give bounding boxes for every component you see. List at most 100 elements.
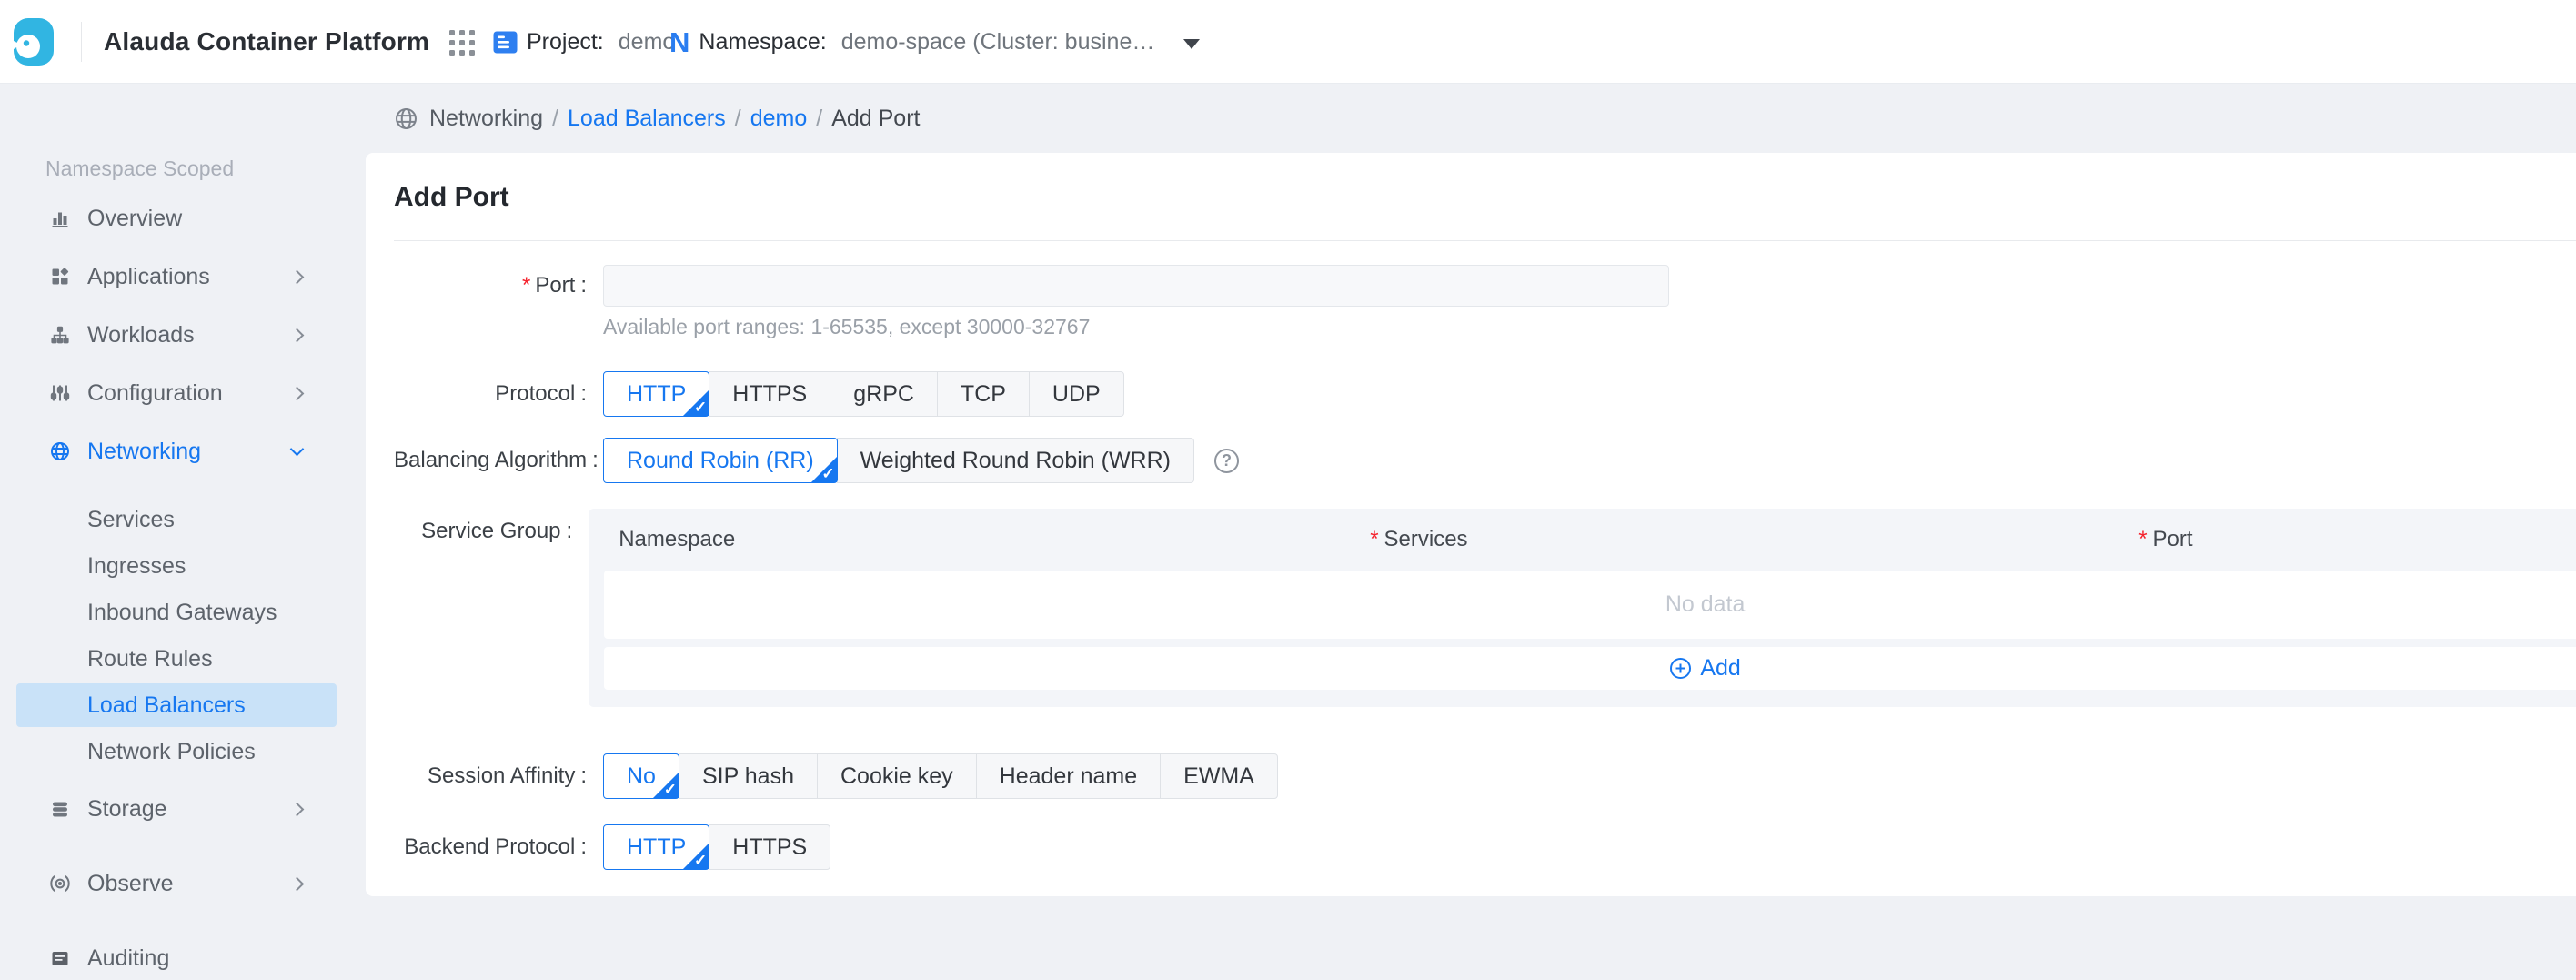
workloads-icon xyxy=(49,324,71,346)
project-icon xyxy=(493,31,518,54)
sidebar-item-configuration[interactable]: Configuration xyxy=(16,371,337,415)
applications-icon xyxy=(49,266,71,288)
balancing-option-rr[interactable]: Round Robin (RR) xyxy=(603,438,838,483)
sidebar-item-services[interactable]: Services xyxy=(16,498,337,541)
port-row: *Port: Available port ranges: 1-65535, e… xyxy=(394,265,2576,339)
project-label: Project: xyxy=(527,29,604,56)
configuration-icon xyxy=(49,382,71,404)
protocol-option-tcp[interactable]: TCP xyxy=(937,371,1030,417)
sidebar-item-overview[interactable]: Overview xyxy=(16,197,337,240)
session-affinity-option-cookie-key[interactable]: Cookie key xyxy=(817,753,977,799)
column-header-port: *Port xyxy=(2121,527,2576,552)
protocol-option-https[interactable]: HTTPS xyxy=(709,371,830,417)
sidebar-item-auditing[interactable]: Auditing xyxy=(16,936,337,980)
sidebar-item-network-policies[interactable]: Network Policies xyxy=(16,730,337,773)
protocol-option-udp[interactable]: UDP xyxy=(1029,371,1124,417)
breadcrumb-demo-link[interactable]: demo xyxy=(750,106,808,132)
add-service-button[interactable]: Add xyxy=(1669,655,1740,682)
breadcrumb-separator: / xyxy=(735,106,741,132)
protocol-row: Protocol: HTTP HTTPS gRPC TCP UDP xyxy=(394,371,2576,417)
page-bottom-gap xyxy=(366,896,2576,903)
sidebar-item-networking[interactable]: Networking xyxy=(16,429,337,473)
networking-globe-icon xyxy=(49,440,71,462)
storage-icon xyxy=(49,798,71,820)
title-divider xyxy=(394,240,2576,241)
sidebar-item-storage[interactable]: Storage xyxy=(16,787,337,831)
top-header: Alauda Container Platform Project: demo … xyxy=(0,0,2576,84)
port-hint: Available port ranges: 1-65535, except 3… xyxy=(603,315,1669,339)
session-affinity-option-no[interactable]: No xyxy=(603,753,679,799)
required-marker: * xyxy=(2138,527,2147,551)
header-divider xyxy=(81,22,82,62)
port-input[interactable] xyxy=(603,265,1669,307)
project-switcher[interactable]: Project: demo xyxy=(493,0,675,84)
session-affinity-options: No SIP hash Cookie key Header name EWMA xyxy=(603,753,1278,799)
breadcrumb-separator: / xyxy=(552,106,558,132)
balancing-option-wrr[interactable]: Weighted Round Robin (WRR) xyxy=(837,438,1194,483)
project-value: demo xyxy=(619,29,676,56)
chevron-right-icon xyxy=(290,876,305,891)
required-marker: * xyxy=(1370,527,1378,551)
column-header-services: *Services xyxy=(1353,527,2121,552)
globe-icon xyxy=(394,106,418,131)
protocol-label: Protocol: xyxy=(394,371,587,417)
backend-protocol-option-http[interactable]: HTTP xyxy=(603,824,709,870)
backend-protocol-option-https[interactable]: HTTPS xyxy=(709,824,830,870)
sidebar-section-label: Namespace Scoped xyxy=(45,157,366,180)
breadcrumb-networking: Networking xyxy=(429,106,543,132)
namespace-label: Namespace: xyxy=(699,29,826,56)
sidebar-item-applications[interactable]: Applications xyxy=(16,255,337,298)
required-marker: * xyxy=(522,273,530,298)
namespace-value: demo-space (Cluster: busine… xyxy=(841,29,1155,56)
overview-icon xyxy=(49,207,71,229)
sidebar-item-workloads[interactable]: Workloads xyxy=(16,313,337,357)
session-affinity-option-ewma[interactable]: EWMA xyxy=(1160,753,1278,799)
chevron-right-icon xyxy=(290,269,305,284)
breadcrumb-separator: / xyxy=(816,106,822,132)
session-affinity-option-sip-hash[interactable]: SIP hash xyxy=(679,753,818,799)
column-header-namespace: Namespace xyxy=(604,527,1353,552)
protocol-option-grpc[interactable]: gRPC xyxy=(830,371,938,417)
breadcrumb-load-balancers-link[interactable]: Load Balancers xyxy=(568,106,726,132)
alauda-logo-icon[interactable] xyxy=(13,17,55,66)
sidebar-nav: Namespace Scoped Overview Applications xyxy=(0,84,366,903)
sidebar-item-load-balancers[interactable]: Load Balancers xyxy=(16,683,337,727)
balancing-algorithm-options: Round Robin (RR) Weighted Round Robin (W… xyxy=(603,438,1194,483)
namespace-switcher[interactable]: N Namespace: demo-space (Cluster: busine… xyxy=(669,0,1200,84)
protocol-option-http[interactable]: HTTP xyxy=(603,371,709,417)
app-title: Alauda Container Platform xyxy=(104,0,429,84)
balancing-algorithm-row: Balancing Algorithm: Round Robin (RR) We… xyxy=(394,438,2576,483)
service-group-label: Service Group: xyxy=(394,509,572,554)
chevron-down-icon xyxy=(290,441,305,456)
service-group-add-row: Add xyxy=(604,647,2576,690)
help-icon[interactable] xyxy=(1214,449,1239,473)
auditing-icon xyxy=(49,947,71,969)
service-group-empty-row: No data xyxy=(604,571,2576,639)
chevron-right-icon xyxy=(290,328,305,342)
chevron-right-icon xyxy=(290,802,305,816)
sidebar-item-ingresses[interactable]: Ingresses xyxy=(16,544,337,588)
sidebar-item-inbound-gateways[interactable]: Inbound Gateways xyxy=(16,591,337,634)
backend-protocol-row: Backend Protocol: HTTP HTTPS xyxy=(394,824,2576,870)
app-launcher-icon[interactable] xyxy=(449,30,477,56)
service-group-row: Service Group: Namespace *Services *Port… xyxy=(394,509,2576,707)
plus-circle-icon xyxy=(1669,657,1692,680)
sidebar-item-route-rules[interactable]: Route Rules xyxy=(16,637,337,681)
protocol-options: HTTP HTTPS gRPC TCP UDP xyxy=(603,371,1124,417)
balancing-algorithm-label: Balancing Algorithm: xyxy=(394,438,587,483)
session-affinity-label: Session Affinity: xyxy=(394,753,587,799)
no-data-text: No data xyxy=(1665,591,1746,618)
port-label: *Port: xyxy=(394,265,587,307)
service-group-table-header: Namespace *Services *Port xyxy=(604,509,2576,571)
service-group-table: Namespace *Services *Port No data xyxy=(589,509,2576,707)
session-affinity-option-header-name[interactable]: Header name xyxy=(976,753,1161,799)
namespace-icon: N xyxy=(669,28,689,56)
main-content-card: Add Port *Port: Available port ranges: 1… xyxy=(366,153,2576,896)
backend-protocol-options: HTTP HTTPS xyxy=(603,824,830,870)
backend-protocol-label: Backend Protocol: xyxy=(394,824,587,870)
breadcrumb: Networking / Load Balancers / demo / Add… xyxy=(394,84,920,153)
breadcrumb-current: Add Port xyxy=(831,106,920,132)
page-title: Add Port xyxy=(394,182,2576,213)
sidebar-item-observe[interactable]: Observe xyxy=(16,862,337,905)
port-control: Available port ranges: 1-65535, except 3… xyxy=(603,265,1669,339)
